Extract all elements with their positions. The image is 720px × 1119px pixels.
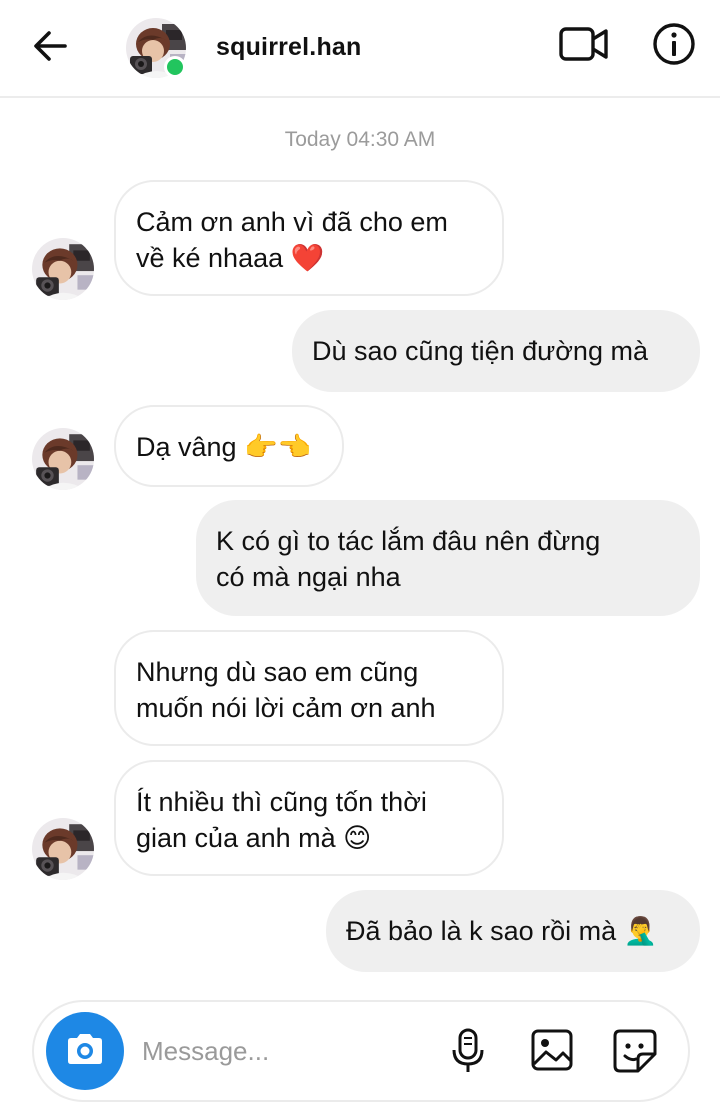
message-text: có mà ngại nha (216, 562, 401, 592)
online-status-indicator (164, 56, 186, 78)
info-button[interactable] (650, 22, 698, 70)
message-input[interactable] (142, 1030, 422, 1072)
gallery-button[interactable] (528, 1028, 576, 1076)
message-bubble-incoming[interactable]: Nhưng dù sao em cũng muốn nói lời cảm ơn… (114, 630, 504, 746)
camera-icon (64, 1031, 106, 1072)
message-text: muốn nói lời cảm ơn anh (136, 693, 436, 723)
message-bubble-outgoing[interactable]: Đã bảo là k sao rồi mà 🤦‍♂️ (326, 890, 700, 972)
message-text: gian của anh mà 😊 (136, 823, 372, 853)
back-button[interactable] (28, 26, 72, 70)
microphone-icon (451, 1028, 485, 1079)
message-text: Đã bảo là k sao rồi mà 🤦‍♂️ (346, 916, 658, 946)
avatar[interactable] (32, 428, 94, 490)
message-text: về ké nhaaa ❤️ (136, 243, 325, 273)
video-camera-icon (559, 25, 609, 68)
message-bubble-outgoing[interactable]: Dù sao cũng tiện đường mà (292, 310, 700, 392)
camera-button[interactable] (46, 1012, 124, 1090)
message-bubble-incoming[interactable]: Dạ vâng 👉👈 (114, 405, 344, 487)
info-icon (652, 22, 696, 71)
message-text: Cảm ơn anh vì đã cho em (136, 207, 448, 237)
message-text: K có gì to tác lắm đâu nên đừng (216, 526, 601, 556)
message-text: Dạ vâng 👉👈 (136, 432, 312, 462)
message-composer (32, 1000, 690, 1102)
sticker-icon (612, 1028, 658, 1079)
message-bubble-outgoing[interactable]: K có gì to tác lắm đâu nên đừng có mà ng… (196, 500, 700, 616)
message-bubble-incoming[interactable]: Cảm ơn anh vì đã cho em về ké nhaaa ❤️ (114, 180, 504, 296)
sticker-button[interactable] (610, 1028, 660, 1078)
message-text: Nhưng dù sao em cũng (136, 657, 419, 687)
avatar[interactable] (32, 818, 94, 880)
voice-message-button[interactable] (446, 1028, 490, 1078)
message-bubble-incoming[interactable]: Ít nhiều thì cũng tốn thời gian của anh … (114, 760, 504, 876)
message-timestamp: Today 04:30 AM (284, 128, 436, 151)
arrow-left-icon (32, 30, 68, 67)
chat-username[interactable]: squirrel.han (216, 33, 362, 62)
video-call-button[interactable] (556, 24, 612, 68)
image-icon (530, 1028, 574, 1077)
avatar[interactable] (32, 238, 94, 300)
chat-header: squirrel.han (0, 0, 720, 98)
message-text: Ít nhiều thì cũng tốn thời (136, 787, 427, 817)
message-text: Dù sao cũng tiện đường mà (312, 336, 648, 366)
